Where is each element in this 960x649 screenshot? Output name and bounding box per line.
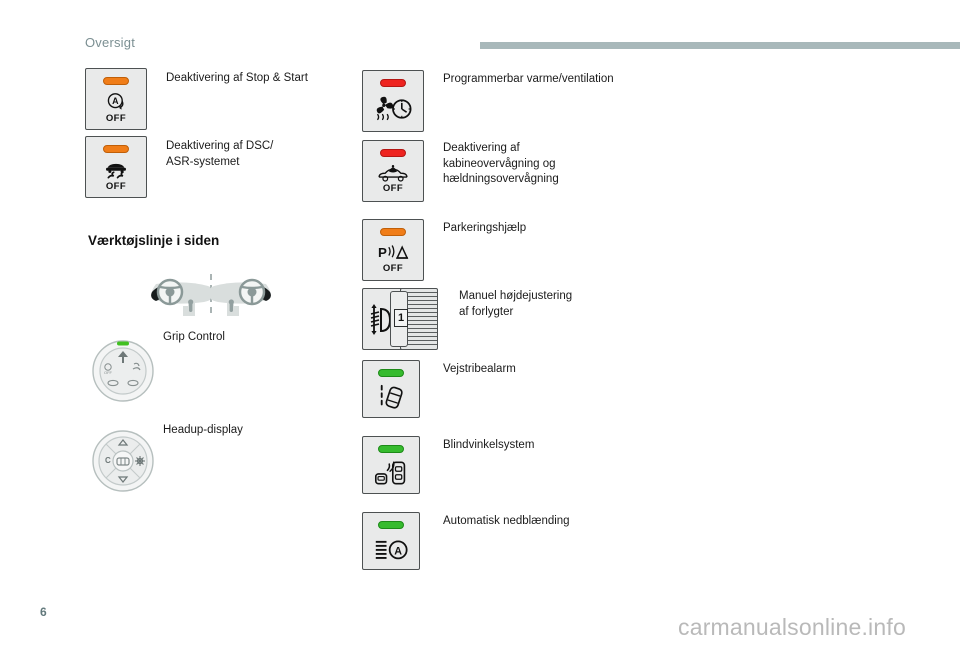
control-row-lane-departure: Vejstribealarm bbox=[362, 360, 516, 418]
led-indicator-green bbox=[378, 445, 404, 453]
traction-control-off-icon: OFF bbox=[86, 153, 146, 197]
off-label: OFF bbox=[105, 180, 127, 192]
led-indicator-red bbox=[380, 79, 406, 87]
header-rule bbox=[480, 42, 960, 49]
led-indicator-red bbox=[380, 149, 406, 157]
lane-departure-warning-icon bbox=[363, 377, 419, 417]
headlight-height-knob-icon[interactable]: 1 bbox=[362, 288, 438, 350]
page-title: Oversigt bbox=[85, 35, 136, 50]
section-heading-toolbar: Værktøjslinje i siden bbox=[88, 233, 220, 248]
svg-text:A: A bbox=[112, 96, 119, 106]
led-indicator-green bbox=[378, 369, 404, 377]
control-label-stop-start: Deaktivering af Stop & Start bbox=[166, 72, 308, 84]
blind-spot-button[interactable] bbox=[362, 436, 420, 494]
grip-control-dial-icon[interactable]: OFF bbox=[92, 340, 154, 407]
cabin-monitoring-off-icon: OFF bbox=[363, 157, 423, 201]
dsc-asr-button[interactable]: OFF bbox=[85, 136, 147, 198]
control-label-programmable-heating: Programmerbar varme/ventilation bbox=[443, 73, 614, 85]
control-row-auto-dipped-beam: A Automatisk nedblænding bbox=[362, 512, 570, 570]
control-row-cabin-monitoring: OFF Deaktivering af kabineovervågning og… bbox=[362, 140, 559, 202]
fan-clock-icon bbox=[363, 87, 423, 131]
svg-text:OFF: OFF bbox=[104, 370, 113, 375]
control-label-dsc-asr: Deaktivering af DSC/ ASR-systemet bbox=[166, 140, 274, 168]
control-row-programmable-heating: Programmerbar varme/ventilation bbox=[362, 70, 614, 132]
off-label: OFF bbox=[382, 182, 404, 194]
control-label-auto-dipped-beam: Automatisk nedblænding bbox=[443, 515, 570, 527]
lane-departure-button[interactable] bbox=[362, 360, 420, 418]
led-indicator-orange bbox=[380, 228, 406, 236]
auto-dipped-beam-button[interactable]: A bbox=[362, 512, 420, 570]
control-row-dsc-asr: OFF Deaktivering af DSC/ ASR-systemet bbox=[85, 136, 273, 198]
off-label: OFF bbox=[105, 112, 127, 124]
off-label: OFF bbox=[382, 262, 404, 274]
control-label-cabin-monitoring: Deaktivering af kabineovervågning og hæl… bbox=[443, 142, 559, 185]
control-label-parking-assist: Parkeringshjælp bbox=[443, 222, 527, 234]
led-indicator-green bbox=[378, 521, 404, 529]
control-label-blind-spot: Blindvinkelsystem bbox=[443, 439, 535, 451]
stop-start-button[interactable]: A OFF bbox=[85, 68, 147, 130]
programmable-heating-button[interactable] bbox=[362, 70, 424, 132]
svg-text:C: C bbox=[105, 456, 111, 465]
control-label-headlight-adjust: Manuel højdejustering af forlygter bbox=[459, 290, 573, 318]
page-edge-accent bbox=[0, 0, 3, 649]
led-indicator-orange bbox=[103, 77, 129, 85]
svg-text:A: A bbox=[394, 545, 402, 557]
dashboard-steering-wheel-icon bbox=[126, 272, 296, 325]
cabin-monitoring-button[interactable]: OFF bbox=[362, 140, 424, 202]
illustration-label-headup-display: Headup-display bbox=[163, 424, 243, 436]
control-row-stop-start: A OFF Deaktivering af Stop & Start bbox=[85, 68, 308, 130]
auto-stop-start-off-icon: A OFF bbox=[86, 85, 146, 129]
control-row-blind-spot: Blindvinkelsystem bbox=[362, 436, 534, 494]
blind-spot-monitor-icon bbox=[363, 453, 419, 493]
parking-sensor-off-icon: P OFF bbox=[363, 236, 423, 280]
control-row-parking-assist: P OFF Parkeringshjælp bbox=[362, 219, 526, 281]
page-number: 6 bbox=[40, 605, 47, 619]
control-row-headlight-adjust: 1 Manuel højdejustering af forlygter bbox=[362, 288, 572, 350]
knob-value: 1 bbox=[394, 309, 408, 327]
document-page: Oversigt A OFF Deaktivering af Stop & St… bbox=[0, 0, 960, 649]
auto-highbeam-icon: A bbox=[363, 529, 419, 569]
headup-display-pad-icon[interactable]: C bbox=[92, 430, 154, 497]
led-indicator-orange bbox=[103, 145, 129, 153]
control-label-lane-departure: Vejstribealarm bbox=[443, 363, 516, 375]
svg-text:P: P bbox=[378, 245, 387, 260]
watermark: carmanualsonline.info bbox=[678, 614, 906, 640]
parking-assist-button[interactable]: P OFF bbox=[362, 219, 424, 281]
illustration-label-grip-control: Grip Control bbox=[163, 331, 225, 343]
